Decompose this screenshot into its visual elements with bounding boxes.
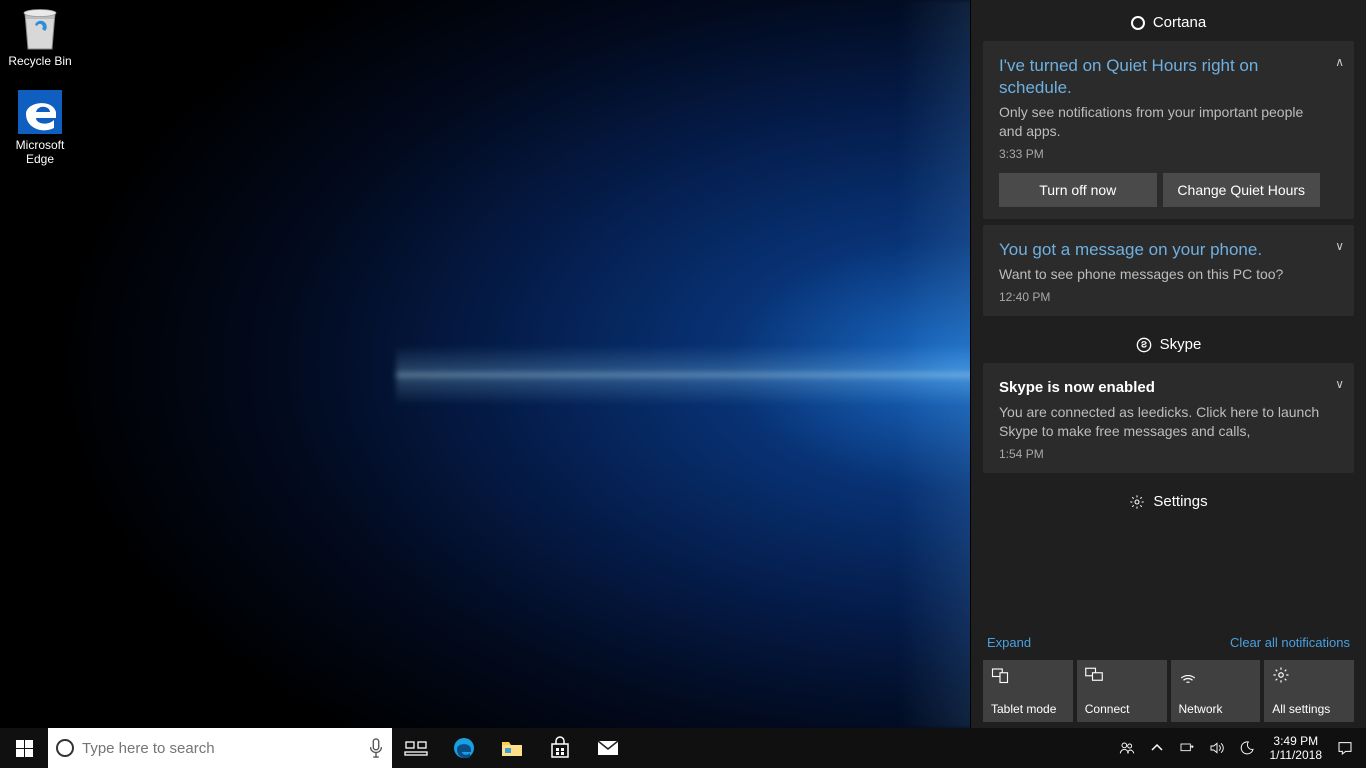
recycle-bin-icon <box>16 4 64 52</box>
group-label: Settings <box>1153 493 1207 510</box>
notification-card[interactable]: ∨ Skype is now enabled You are connected… <box>983 363 1354 473</box>
store-icon <box>548 736 572 760</box>
chevron-down-icon[interactable]: ∨ <box>1335 239 1344 253</box>
group-label: Cortana <box>1153 14 1206 31</box>
quick-action-label: Connect <box>1085 702 1159 716</box>
taskbar-app-store[interactable] <box>536 728 584 768</box>
cortana-ring-icon <box>1131 16 1145 30</box>
chevron-down-icon[interactable]: ∨ <box>1335 377 1344 391</box>
notification-group-header-settings[interactable]: Settings <box>983 479 1354 520</box>
people-icon <box>1119 740 1135 756</box>
cloud-sync-icon <box>1179 740 1195 756</box>
taskbar-app-file-explorer[interactable] <box>488 728 536 768</box>
tablet-mode-icon <box>991 666 1009 684</box>
quick-action-label: Tablet mode <box>991 702 1065 716</box>
search-input[interactable] <box>82 740 360 757</box>
folder-icon <box>500 736 524 760</box>
notification-body: Only see notifications from your importa… <box>999 103 1320 141</box>
microphone-icon[interactable] <box>368 738 384 758</box>
tray-onedrive[interactable] <box>1172 740 1202 756</box>
quick-action-label: Network <box>1179 702 1253 716</box>
task-view-icon <box>404 736 428 760</box>
clear-all-notifications-link[interactable]: Clear all notifications <box>1230 635 1350 650</box>
connect-icon <box>1085 666 1103 684</box>
desktop-icon-recycle-bin[interactable]: Recycle Bin <box>2 4 78 68</box>
quick-action-tablet-mode[interactable]: Tablet mode <box>983 660 1073 722</box>
quick-action-network[interactable]: Network <box>1171 660 1261 722</box>
turn-off-now-button[interactable]: Turn off now <box>999 173 1157 207</box>
clock-date: 1/11/2018 <box>1270 748 1323 762</box>
taskbar-app-mail[interactable] <box>584 728 632 768</box>
start-button[interactable] <box>0 728 48 768</box>
notification-card[interactable]: ∨ You got a message on your phone. Want … <box>983 225 1354 316</box>
desktop-icon-edge[interactable]: Microsoft Edge <box>2 88 78 166</box>
tray-overflow[interactable] <box>1142 740 1172 756</box>
change-quiet-hours-button[interactable]: Change Quiet Hours <box>1163 173 1321 207</box>
expand-link[interactable]: Expand <box>987 635 1031 650</box>
notification-group-header-skype[interactable]: Skype <box>983 322 1354 363</box>
gear-icon <box>1272 666 1290 684</box>
group-label: Skype <box>1160 336 1202 353</box>
chevron-up-icon <box>1149 740 1165 756</box>
taskbar: 3:49 PM 1/11/2018 <box>0 728 1366 768</box>
tray-quiet-hours[interactable] <box>1232 740 1262 756</box>
edge-icon <box>452 736 476 760</box>
notification-title: Skype is now enabled <box>999 377 1320 399</box>
quick-action-label: All settings <box>1272 702 1346 716</box>
task-view-button[interactable] <box>392 728 440 768</box>
notification-title: I've turned on Quiet Hours right on sche… <box>999 55 1320 99</box>
tray-volume[interactable] <box>1202 740 1232 756</box>
notification-time: 12:40 PM <box>999 290 1320 304</box>
notification-body: You are connected as leedicks. Click her… <box>999 403 1320 441</box>
moon-icon <box>1239 740 1255 756</box>
notification-card[interactable]: ∧ I've turned on Quiet Hours right on sc… <box>983 41 1354 219</box>
notification-time: 3:33 PM <box>999 147 1320 161</box>
edge-icon <box>16 88 64 136</box>
desktop-icon-label: Microsoft Edge <box>2 138 78 166</box>
tray-people[interactable] <box>1112 740 1142 756</box>
windows-logo-icon <box>16 740 33 757</box>
quick-action-all-settings[interactable]: All settings <box>1264 660 1354 722</box>
clock-time: 3:49 PM <box>1270 734 1323 748</box>
taskbar-app-edge[interactable] <box>440 728 488 768</box>
action-center-button[interactable] <box>1330 740 1360 756</box>
notification-title: You got a message on your phone. <box>999 239 1320 261</box>
mail-icon <box>596 736 620 760</box>
speaker-icon <box>1209 740 1225 756</box>
gear-icon <box>1129 494 1145 510</box>
network-icon <box>1179 666 1197 684</box>
desktop-icon-label: Recycle Bin <box>2 54 78 68</box>
cortana-ring-icon <box>56 739 74 757</box>
taskbar-search[interactable] <box>48 728 392 768</box>
chevron-up-icon[interactable]: ∧ <box>1335 55 1344 69</box>
notification-time: 1:54 PM <box>999 447 1320 461</box>
taskbar-clock[interactable]: 3:49 PM 1/11/2018 <box>1262 734 1331 762</box>
notification-icon <box>1337 740 1353 756</box>
quick-action-connect[interactable]: Connect <box>1077 660 1167 722</box>
skype-icon <box>1136 337 1152 353</box>
notification-body: Want to see phone messages on this PC to… <box>999 265 1320 284</box>
notification-group-header-cortana[interactable]: Cortana <box>983 0 1354 41</box>
action-center-panel: Cortana ∧ I've turned on Quiet Hours rig… <box>970 0 1366 728</box>
